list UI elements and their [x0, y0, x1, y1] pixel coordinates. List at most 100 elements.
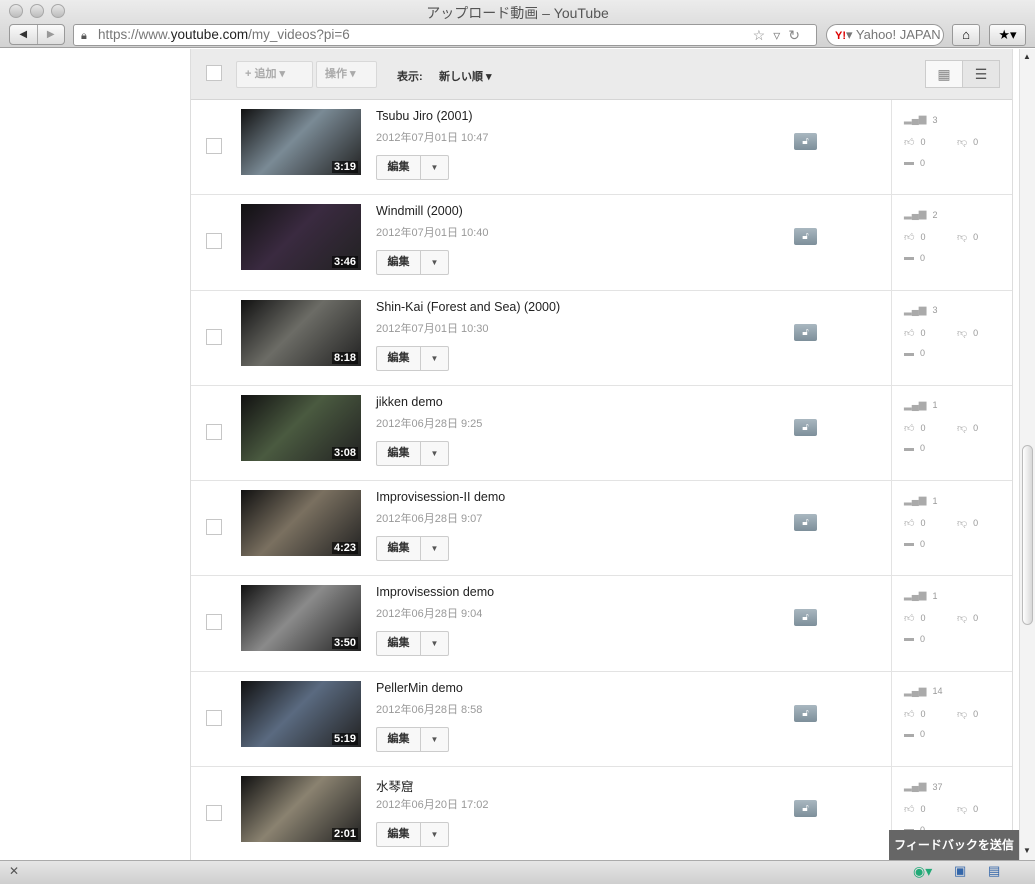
thumbs-up-icon: 👍︎	[904, 422, 915, 434]
video-checkbox[interactable]	[206, 519, 222, 536]
video-date: 2012年07月01日 10:47	[376, 132, 489, 144]
edit-dropdown-icon[interactable]: ▼	[420, 441, 448, 465]
globe-icon[interactable]: ◉▾	[913, 863, 932, 880]
sort-dropdown[interactable]: 新しい順 ▾	[439, 68, 492, 84]
edit-button-group: 編集 ▼	[376, 440, 449, 466]
edit-button[interactable]: 編集	[377, 728, 420, 751]
video-checkbox[interactable]	[206, 709, 222, 726]
grid-view-icon[interactable]: ▦	[926, 61, 962, 87]
video-thumbnail[interactable]: 3:50	[241, 585, 361, 652]
video-thumbnail[interactable]: 3:08	[241, 394, 361, 461]
edit-dropdown-icon[interactable]: ▼	[420, 346, 448, 370]
edit-dropdown-icon[interactable]: ▼	[420, 823, 448, 847]
video-thumbnail[interactable]: 8:18	[241, 299, 361, 366]
reload-icon[interactable]: ↻	[788, 27, 808, 43]
video-checkbox[interactable]	[206, 423, 222, 440]
comment-icon: ▬	[904, 347, 914, 359]
comment-icon: ▬	[904, 442, 914, 454]
video-title[interactable]: Improvisession-II demo	[376, 490, 505, 504]
video-title[interactable]: PellerMin demo	[376, 681, 463, 695]
edit-button[interactable]: 編集	[377, 537, 420, 560]
edit-button[interactable]: 編集	[377, 823, 420, 846]
video-checkbox[interactable]	[206, 328, 222, 345]
back-button[interactable]: ◀	[10, 25, 37, 44]
thumbs-up-icon: 👍︎	[904, 708, 915, 720]
edit-button[interactable]: 編集	[377, 251, 420, 274]
public-unlock-icon[interactable]: 🔓︎	[794, 418, 817, 436]
public-unlock-icon[interactable]: 🔓︎	[794, 800, 817, 818]
video-checkbox[interactable]	[206, 233, 222, 250]
edit-dropdown-icon[interactable]: ▼	[420, 251, 448, 275]
views-count: 2	[932, 209, 938, 220]
close-status-icon[interactable]: ✕	[9, 864, 19, 878]
video-checkbox[interactable]	[206, 614, 222, 631]
video-title[interactable]: Windmill (2000)	[376, 204, 463, 218]
select-all-checkbox[interactable]	[206, 65, 222, 81]
video-duration: 2:01	[331, 828, 358, 841]
video-stats: ▂▄▆ 1 👍︎ 0 👎︎ 0 ▬ 0	[891, 385, 1012, 481]
bookmarks-button[interactable]: ★▾	[989, 24, 1026, 46]
search-box[interactable]: Y!▾ Yahoo! JAPAN	[826, 24, 944, 46]
send-feedback-button[interactable]: フィードバックを送信	[889, 830, 1019, 860]
video-checkbox[interactable]	[206, 138, 222, 154]
edit-button[interactable]: 編集	[377, 156, 420, 179]
edit-button[interactable]: 編集	[377, 442, 420, 465]
scroll-up-arrow-icon[interactable]: ▲	[1023, 52, 1031, 61]
edit-dropdown-icon[interactable]: ▼	[420, 727, 448, 751]
thumbs-down-icon: 👎︎	[957, 613, 968, 625]
forward-button[interactable]: ▶	[36, 25, 65, 44]
dropdown-icon[interactable]: ▿	[773, 27, 788, 43]
video-date: 2012年06月28日 9:25	[376, 417, 483, 430]
thumbs-down-icon: 👎︎	[957, 804, 968, 816]
url-prefix: https://www.	[98, 27, 171, 42]
video-thumbnail[interactable]: 4:23	[241, 490, 361, 557]
edit-button[interactable]: 編集	[377, 347, 420, 370]
public-unlock-icon[interactable]: 🔓︎	[794, 228, 817, 246]
scrollbar[interactable]: ▲ ▼	[1019, 49, 1035, 860]
video-row: 3:19 Tsubu Jiro (2001) 2012年07月01日 10:47…	[191, 100, 1012, 196]
video-thumbnail[interactable]: 3:19	[241, 109, 361, 175]
public-unlock-icon[interactable]: 🔓︎	[794, 514, 817, 532]
edit-dropdown-icon[interactable]: ▼	[420, 537, 448, 561]
video-title[interactable]: Shin-Kai (Forest and Sea) (2000)	[376, 300, 560, 314]
list-view-icon[interactable]: ☰	[962, 61, 999, 87]
edit-button[interactable]: 編集	[377, 632, 420, 655]
video-title[interactable]: Improvisession demo	[376, 585, 494, 599]
public-unlock-icon[interactable]: 🔓︎	[794, 609, 817, 627]
views-bar-icon: ▂▄▆	[904, 685, 927, 697]
scroll-down-arrow-icon[interactable]: ▼	[1023, 846, 1031, 855]
public-unlock-icon[interactable]: 🔓︎	[794, 133, 817, 150]
video-date: 2012年07月01日 10:40	[376, 227, 489, 240]
edit-dropdown-icon[interactable]: ▼	[420, 156, 448, 179]
video-title[interactable]: jikken demo	[376, 395, 443, 409]
home-button[interactable]: ⌂	[952, 24, 980, 46]
video-stats: ▂▄▆ 1 👍︎ 0 👎︎ 0 ▬ 0	[891, 576, 1012, 671]
public-unlock-icon[interactable]: 🔓︎	[794, 704, 817, 722]
video-duration: 4:23	[331, 542, 358, 555]
actions-button[interactable]: 操作 ▾	[316, 61, 377, 88]
monitor-icon[interactable]: ▣	[954, 863, 966, 879]
video-duration: 3:46	[331, 256, 358, 269]
public-unlock-icon[interactable]: 🔓︎	[794, 323, 817, 341]
window-icon[interactable]: ▤	[988, 863, 1000, 879]
video-thumbnail[interactable]: 5:19	[241, 680, 361, 747]
dislikes-count: 0	[973, 327, 979, 338]
video-thumbnail[interactable]: 2:01	[241, 776, 361, 843]
thumbs-up-icon: 👍︎	[904, 232, 915, 244]
video-date: 2012年06月28日 9:07	[376, 513, 483, 526]
edit-dropdown-icon[interactable]: ▼	[420, 632, 448, 656]
dislikes-count: 0	[973, 804, 979, 815]
video-title[interactable]: 水琴窟	[376, 776, 414, 795]
add-button[interactable]: + 追加 ▾	[236, 61, 313, 88]
video-thumbnail[interactable]: 3:46	[241, 204, 361, 271]
edit-button-group: 編集 ▼	[376, 726, 449, 752]
bookmark-star-icon[interactable]: ☆	[753, 27, 774, 43]
video-checkbox[interactable]	[206, 805, 222, 822]
thumbs-down-icon: 👎︎	[957, 327, 968, 339]
video-title[interactable]: Tsubu Jiro (2001)	[376, 109, 473, 123]
views-bar-icon: ▂▄▆	[904, 209, 927, 221]
scrollbar-thumb[interactable]	[1022, 445, 1033, 625]
address-bar[interactable]: 🔒︎ https://www.youtube.com/my_videos?pi=6…	[73, 24, 817, 46]
likes-count: 0	[920, 518, 926, 529]
url-domain: youtube.com	[170, 27, 249, 42]
